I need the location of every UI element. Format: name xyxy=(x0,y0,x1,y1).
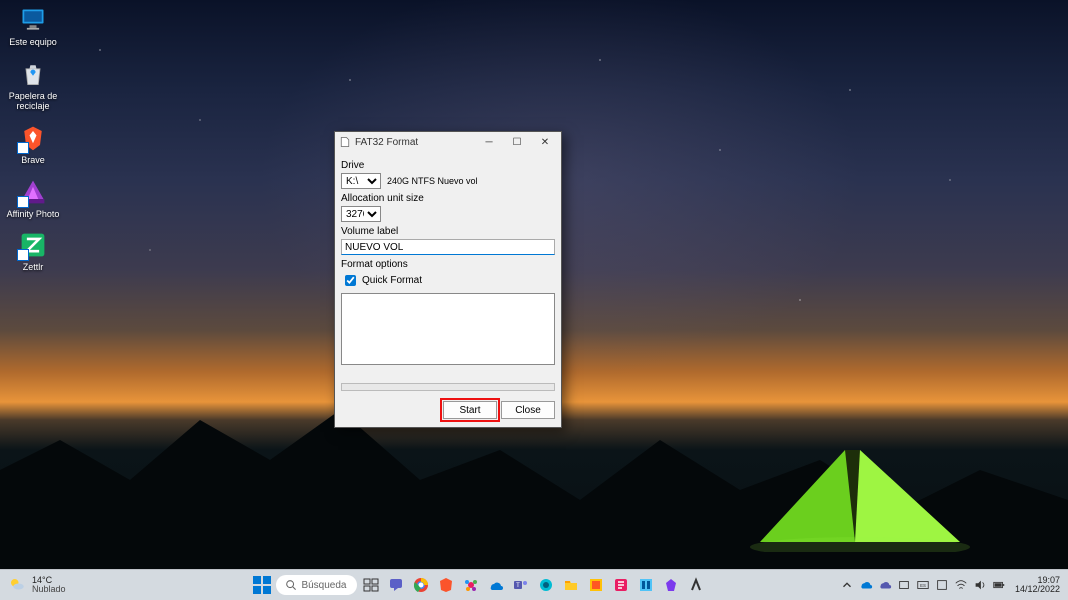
chat-icon[interactable] xyxy=(385,574,407,596)
obsidian-icon[interactable] xyxy=(660,574,682,596)
brave-taskbar-icon[interactable] xyxy=(435,574,457,596)
app-icon-5[interactable] xyxy=(635,574,657,596)
wifi-icon[interactable] xyxy=(954,578,968,592)
desktop-icon-affinity-photo[interactable]: Affinity Photo xyxy=(2,174,64,222)
minimize-button[interactable]: ─ xyxy=(475,133,503,151)
tray-icon-2[interactable] xyxy=(935,578,949,592)
drive-select[interactable]: K:\ xyxy=(341,173,381,189)
close-button[interactable]: ✕ xyxy=(531,133,559,151)
titlebar[interactable]: FAT32 Format ─ ☐ ✕ xyxy=(335,132,561,152)
taskbar-search[interactable]: Búsqueda xyxy=(276,575,356,595)
svg-text:ES: ES xyxy=(920,583,926,588)
app-icon-6[interactable] xyxy=(685,574,707,596)
quick-format-label: Quick Format xyxy=(362,275,422,286)
desktop-icon-brave[interactable]: Brave xyxy=(2,120,64,168)
desktop-icon-label: Zettlr xyxy=(23,263,44,273)
volume-icon[interactable] xyxy=(973,578,987,592)
language-icon[interactable]: ES xyxy=(916,578,930,592)
teams-icon[interactable]: T xyxy=(510,574,532,596)
zettlr-icon xyxy=(17,229,49,261)
app-icon-3[interactable] xyxy=(585,574,607,596)
app-icon xyxy=(339,136,351,148)
onedrive-tray-icon[interactable] xyxy=(859,578,873,592)
desktop-icon-label: Brave xyxy=(21,156,45,166)
volume-label-input[interactable] xyxy=(341,239,555,255)
close-dialog-button[interactable]: Close xyxy=(501,401,555,419)
brave-icon xyxy=(17,122,49,154)
search-icon xyxy=(286,580,297,591)
maximize-button[interactable]: ☐ xyxy=(503,133,531,151)
chevron-up-icon[interactable] xyxy=(840,578,854,592)
start-button-taskbar[interactable] xyxy=(251,574,273,596)
taskbar-weather[interactable]: 14°C Nublado xyxy=(0,576,118,594)
start-button[interactable]: Start xyxy=(443,401,497,419)
recycle-bin-icon xyxy=(17,58,49,90)
onedrive-icon[interactable] xyxy=(485,574,507,596)
log-output xyxy=(341,293,555,365)
task-view-icon[interactable] xyxy=(360,574,382,596)
format-options-label: Format options xyxy=(341,259,555,270)
desktop-icon-papelera[interactable]: Papelera de reciclaje xyxy=(2,56,64,114)
battery-icon[interactable] xyxy=(992,578,1006,592)
app-icon-1[interactable] xyxy=(460,574,482,596)
weather-icon xyxy=(8,576,26,594)
tray-icon-1[interactable] xyxy=(897,578,911,592)
desktop-icons: Este equipo Papelera de reciclaje Brave … xyxy=(2,2,64,275)
desktop-icon-zettlr[interactable]: Zettlr xyxy=(2,227,64,275)
pc-icon xyxy=(17,4,49,36)
fat32-format-dialog: FAT32 Format ─ ☐ ✕ Drive K:\ 240G NTFS N… xyxy=(334,131,562,428)
desktop-icon-label: Este equipo xyxy=(9,38,57,48)
weather-condition: Nublado xyxy=(32,585,66,594)
explorer-icon[interactable] xyxy=(560,574,582,596)
desktop-icon-label: Affinity Photo xyxy=(7,210,60,220)
quick-format-checkbox[interactable] xyxy=(345,275,356,286)
affinity-photo-icon xyxy=(17,176,49,208)
desktop-icon-label: Papelera de reciclaje xyxy=(4,92,62,112)
search-placeholder: Búsqueda xyxy=(301,580,346,591)
progress-bar xyxy=(341,383,555,391)
app-icon-2[interactable] xyxy=(535,574,557,596)
desktop-icon-este-equipo[interactable]: Este equipo xyxy=(2,2,64,50)
svg-text:T: T xyxy=(516,583,520,589)
taskbar-clock[interactable]: 19:07 14/12/2022 xyxy=(1011,576,1060,594)
drive-label: Drive xyxy=(341,160,555,171)
drive-description: 240G NTFS Nuevo vol xyxy=(387,176,478,186)
chrome-icon[interactable] xyxy=(410,574,432,596)
onedrive-tray-icon-2[interactable] xyxy=(878,578,892,592)
volume-label-label: Volume label xyxy=(341,226,555,237)
allocation-unit-label: Allocation unit size xyxy=(341,193,555,204)
app-icon-4[interactable] xyxy=(610,574,632,596)
clock-date: 14/12/2022 xyxy=(1015,585,1060,594)
window-title: FAT32 Format xyxy=(355,137,475,148)
taskbar: 14°C Nublado Búsqueda T ES xyxy=(0,569,1068,600)
allocation-unit-select[interactable]: 32768 xyxy=(341,206,381,222)
